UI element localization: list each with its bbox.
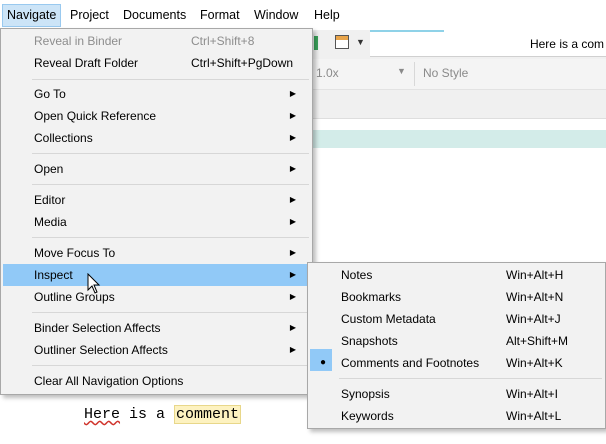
menu-item-label: Bookmarks (341, 290, 402, 304)
submenu-item-custom-metadata[interactable]: Custom Metadata Win+Alt+J (310, 308, 603, 330)
menu-item-clear-all-navigation-options[interactable]: Clear All Navigation Options (3, 370, 310, 392)
menu-item-editor[interactable]: Editor ▶ (3, 189, 310, 211)
menu-separator (32, 153, 309, 154)
menu-item-shortcut: Win+Alt+I (506, 387, 559, 401)
document-title-text: Here is a com (529, 37, 604, 51)
menu-item-label: Collections (34, 131, 93, 145)
triangle-right-icon: ▶ (289, 89, 296, 98)
menu-item-label: Comments and Footnotes (341, 356, 480, 370)
menu-item-label: Synopsis (341, 387, 390, 401)
menu-item-label: Inspect (34, 268, 73, 282)
menu-item-open-quick-reference[interactable]: Open Quick Reference ▶ (3, 105, 310, 127)
menu-item-collections[interactable]: Collections ▶ (3, 127, 310, 149)
menu-item-label: Custom Metadata (341, 312, 436, 326)
selected-text-highlight (310, 130, 606, 148)
menu-item-shortcut: Alt+Shift+M (506, 334, 569, 348)
ruler (310, 90, 606, 119)
menu-item-shortcut: Win+Alt+H (506, 268, 564, 282)
triangle-right-icon: ▶ (289, 111, 296, 120)
triangle-right-icon: ▶ (289, 270, 296, 279)
triangle-right-icon: ▶ (289, 345, 296, 354)
menu-item-shortcut: Win+Alt+K (506, 356, 563, 370)
title-progress-line (370, 30, 444, 32)
menu-separator (339, 378, 602, 379)
triangle-right-icon: ▶ (289, 217, 296, 226)
menu-help[interactable]: Help (310, 5, 344, 26)
editor-text-line[interactable]: Here is a comment (84, 405, 242, 424)
menu-project[interactable]: Project (66, 5, 113, 26)
submenu-item-synopsis[interactable]: Synopsis Win+Alt+I (310, 383, 603, 405)
menu-item-outliner-selection-affects[interactable]: Outliner Selection Affects ▶ (3, 339, 310, 361)
menu-separator (32, 79, 309, 80)
menu-documents[interactable]: Documents (119, 5, 190, 26)
mouse-cursor-icon (87, 273, 101, 294)
submenu-item-keywords[interactable]: Keywords Win+Alt+L (310, 405, 603, 427)
menu-item-media[interactable]: Media ▶ (3, 211, 310, 233)
menu-item-label: Open Quick Reference (34, 109, 157, 123)
navigate-menu: Reveal in Binder Ctrl+Shift+8 Reveal Dra… (0, 28, 313, 395)
menubar: Navigate Project Documents Format Window… (0, 0, 606, 30)
menu-item-inspect[interactable]: Inspect ▶ (3, 264, 310, 286)
inspect-submenu: Notes Win+Alt+H Bookmarks Win+Alt+N Cust… (307, 262, 606, 429)
menu-item-label: Binder Selection Affects (34, 321, 161, 335)
menu-item-label: Outliner Selection Affects (34, 343, 168, 357)
menu-item-shortcut: Win+Alt+J (506, 312, 561, 326)
menu-item-reveal-in-binder[interactable]: Reveal in Binder Ctrl+Shift+8 (3, 30, 310, 52)
submenu-item-notes[interactable]: Notes Win+Alt+H (310, 264, 603, 286)
menu-separator (32, 365, 309, 366)
bullet-icon: ● (320, 357, 327, 368)
editor-text: is a (120, 406, 175, 423)
triangle-right-icon: ▶ (289, 195, 296, 204)
triangle-right-icon: ▶ (289, 292, 296, 301)
menu-item-label: Keywords (341, 409, 394, 423)
triangle-right-icon: ▶ (289, 164, 296, 173)
submenu-item-comments-and-footnotes[interactable]: ● Comments and Footnotes Win+Alt+K (310, 352, 603, 374)
menu-window[interactable]: Window (250, 5, 302, 26)
menu-item-reveal-draft-folder[interactable]: Reveal Draft Folder Ctrl+Shift+PgDown (3, 52, 310, 74)
menu-format[interactable]: Format (196, 5, 244, 26)
menu-item-move-focus-to[interactable]: Move Focus To ▶ (3, 242, 310, 264)
menu-item-open[interactable]: Open ▶ (3, 158, 310, 180)
format-bar-divider (414, 62, 415, 86)
misspelled-word: Here (84, 406, 121, 423)
submenu-item-snapshots[interactable]: Snapshots Alt+Shift+M (310, 330, 603, 352)
menu-item-label: Move Focus To (34, 246, 116, 260)
menu-item-label: Editor (34, 193, 66, 207)
menu-item-label: Outline Groups (34, 290, 115, 304)
menu-separator (32, 184, 309, 185)
menu-item-outline-groups[interactable]: Outline Groups ▶ (3, 286, 310, 308)
menu-item-label: Reveal Draft Folder (34, 56, 139, 70)
triangle-right-icon: ▶ (289, 248, 296, 257)
menu-separator (32, 237, 309, 238)
chevron-down-icon[interactable]: ▼ (356, 37, 365, 47)
menu-item-label: Go To (34, 87, 66, 101)
submenu-item-bookmarks[interactable]: Bookmarks Win+Alt+N (310, 286, 603, 308)
menu-item-go-to[interactable]: Go To ▶ (3, 83, 310, 105)
menu-item-shortcut: Win+Alt+L (506, 409, 562, 423)
document-title-field[interactable]: Here is a com (370, 30, 606, 57)
style-select[interactable]: No Style (423, 66, 468, 80)
menu-item-shortcut: Win+Alt+N (506, 290, 564, 304)
menu-item-label: Clear All Navigation Options (34, 374, 184, 388)
menu-item-binder-selection-affects[interactable]: Binder Selection Affects ▶ (3, 317, 310, 339)
menu-item-label: Snapshots (341, 334, 398, 348)
zoom-select[interactable]: 1.0x (316, 66, 410, 82)
menu-item-label: Media (34, 215, 67, 229)
menu-item-shortcut: Ctrl+Shift+8 (191, 34, 255, 48)
menu-item-label: Reveal in Binder (34, 34, 123, 48)
zoom-chevron-icon[interactable]: ▼ (397, 66, 406, 76)
comment-anchor[interactable]: comment (174, 405, 242, 424)
menu-separator (32, 312, 309, 313)
menu-item-label: Open (34, 162, 64, 176)
menu-item-shortcut: Ctrl+Shift+PgDown (191, 56, 294, 70)
triangle-right-icon: ▶ (289, 323, 296, 332)
triangle-right-icon: ▶ (289, 133, 296, 142)
layout-icon[interactable] (335, 35, 349, 49)
menu-item-label: Notes (341, 268, 373, 282)
menu-navigate[interactable]: Navigate (2, 4, 62, 27)
green-bar-icon[interactable] (314, 36, 318, 50)
